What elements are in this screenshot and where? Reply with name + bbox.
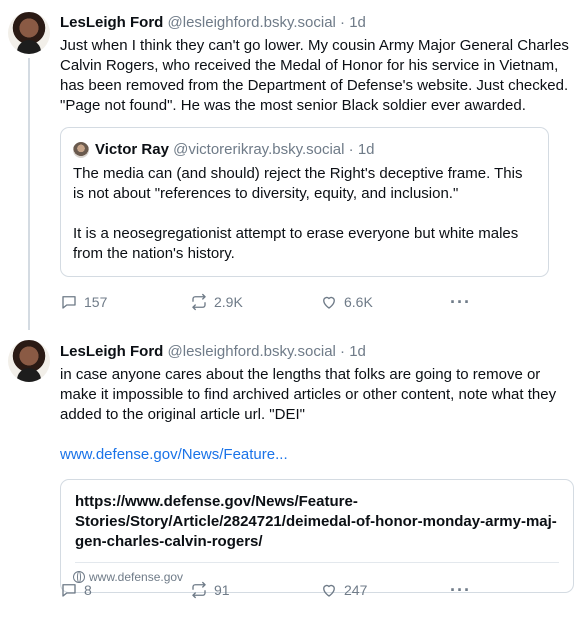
- quote-paragraph: The media can (and should) reject the Ri…: [73, 165, 523, 202]
- heart-icon: [323, 296, 335, 309]
- quote-header: Victor Ray @victorerikray.bsky.social · …: [73, 140, 536, 160]
- post-time[interactable]: 1d: [349, 343, 366, 360]
- reply-count: 8: [84, 582, 92, 598]
- post-text: in case anyone cares about the lengths t…: [60, 366, 561, 423]
- card-domain-row: www.defense.gov: [61, 563, 573, 592]
- quote-separator: ·: [348, 141, 354, 158]
- thread-line: [28, 58, 30, 330]
- more-options-button[interactable]: ···: [450, 580, 471, 600]
- more-options-icon: ···: [450, 292, 471, 312]
- quote-avatar: [73, 142, 89, 158]
- author-handle[interactable]: @lesleighford.bsky.social: [168, 14, 336, 31]
- repost-icon: [192, 581, 206, 599]
- repost-button[interactable]: 2.9K: [190, 293, 243, 311]
- reply-button[interactable]: 157: [60, 293, 107, 311]
- author-handle[interactable]: @lesleighford.bsky.social: [168, 343, 336, 360]
- quote-author-name: Victor Ray: [95, 141, 169, 158]
- quote-post[interactable]: Victor Ray @victorerikray.bsky.social · …: [60, 127, 549, 277]
- like-button[interactable]: 6.6K: [320, 293, 373, 311]
- post[interactable]: LesLeigh Ford @lesleighford.bsky.social …: [0, 0, 575, 330]
- quote-author-handle: @victorerikray.bsky.social: [173, 141, 345, 158]
- repost-count: 91: [214, 582, 230, 598]
- author-name[interactable]: LesLeigh Ford: [60, 14, 163, 31]
- post-header: LesLeigh Ford @lesleighford.bsky.social …: [60, 13, 569, 33]
- post-content: LesLeigh Ford @lesleighford.bsky.social …: [60, 342, 574, 593]
- avatar[interactable]: [8, 12, 50, 54]
- post-link[interactable]: www.defense.gov/News/Feature...: [60, 445, 569, 465]
- card-domain: www.defense.gov: [89, 570, 184, 584]
- repost-button[interactable]: 91: [190, 581, 230, 599]
- post[interactable]: LesLeigh Ford @lesleighford.bsky.social …: [0, 330, 575, 619]
- link-preview-card[interactable]: https://www.defense.gov/News/Feature-Sto…: [60, 479, 574, 593]
- author-name[interactable]: LesLeigh Ford: [60, 343, 163, 360]
- post-text: Just when I think they can't go lower. M…: [60, 37, 574, 114]
- like-button[interactable]: 247: [320, 581, 367, 599]
- post-header: LesLeigh Ford @lesleighford.bsky.social …: [60, 342, 569, 362]
- more-options-icon: ···: [450, 580, 471, 600]
- reply-icon: [62, 584, 76, 597]
- more-options-button[interactable]: ···: [450, 292, 471, 312]
- like-count: 247: [344, 582, 368, 598]
- separator: ·: [340, 343, 346, 360]
- repost-icon: [192, 293, 206, 311]
- post-content: LesLeigh Ford @lesleighford.bsky.social …: [60, 13, 569, 277]
- quote-paragraph: It is a neosegregationist attempt to era…: [73, 225, 519, 262]
- repost-count: 2.9K: [214, 294, 243, 310]
- reply-count: 157: [84, 294, 108, 310]
- quote-text: The media can (and should) reject the Ri…: [73, 164, 536, 264]
- card-title: https://www.defense.gov/News/Feature-Sto…: [75, 493, 557, 550]
- post-time[interactable]: 1d: [349, 14, 366, 31]
- reply-icon: [62, 296, 76, 309]
- heart-icon: [323, 584, 335, 597]
- reply-button[interactable]: 8: [60, 581, 92, 599]
- separator: ·: [340, 14, 346, 31]
- avatar[interactable]: [8, 340, 50, 382]
- like-count: 6.6K: [344, 294, 373, 310]
- quote-time: 1d: [357, 141, 375, 158]
